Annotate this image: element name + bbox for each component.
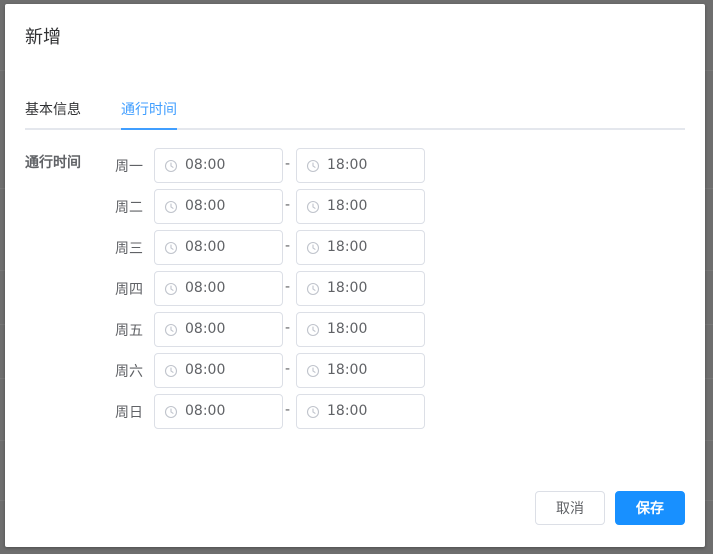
section-label: 通行时间: [25, 155, 81, 171]
end-time-picker[interactable]: 18:00: [296, 148, 425, 183]
end-time-picker[interactable]: 18:00: [296, 230, 425, 265]
start-time-picker[interactable]: 08:00: [154, 394, 283, 429]
clock-icon: [306, 240, 320, 255]
start-time-picker[interactable]: 08:00: [154, 353, 283, 388]
clock-icon: [164, 199, 178, 214]
tab-basic-info[interactable]: 基本信息: [25, 100, 81, 120]
end-time-picker[interactable]: 18:00: [296, 312, 425, 347]
end-time-value: 18:00: [327, 362, 368, 378]
clock-icon: [164, 240, 178, 255]
clock-icon: [164, 363, 178, 378]
end-time-picker[interactable]: 18:00: [296, 271, 425, 306]
start-time-picker[interactable]: 08:00: [154, 189, 283, 224]
time-range-separator: -: [285, 320, 291, 336]
clock-icon: [306, 322, 320, 337]
day-label: 周一: [115, 159, 143, 175]
day-label: 周四: [115, 282, 143, 298]
clock-icon: [306, 281, 320, 296]
start-time-picker[interactable]: 08:00: [154, 312, 283, 347]
start-time-value: 08:00: [185, 321, 226, 337]
time-range-separator: -: [285, 402, 291, 418]
clock-icon: [164, 404, 178, 419]
clock-icon: [164, 158, 178, 173]
time-range-separator: -: [285, 279, 291, 295]
start-time-picker[interactable]: 08:00: [154, 148, 283, 183]
start-time-picker[interactable]: 08:00: [154, 230, 283, 265]
end-time-value: 18:00: [327, 157, 368, 173]
end-time-value: 18:00: [327, 280, 368, 296]
end-time-value: 18:00: [327, 403, 368, 419]
start-time-picker[interactable]: 08:00: [154, 271, 283, 306]
day-label: 周六: [115, 364, 143, 380]
start-time-value: 08:00: [185, 157, 226, 173]
dialog-title: 新增: [25, 27, 61, 48]
time-range-separator: -: [285, 361, 291, 377]
end-time-value: 18:00: [327, 321, 368, 337]
active-tab-indicator: [121, 128, 177, 130]
day-label: 周二: [115, 200, 143, 216]
time-range-separator: -: [285, 197, 291, 213]
end-time-picker[interactable]: 18:00: [296, 353, 425, 388]
end-time-picker[interactable]: 18:00: [296, 394, 425, 429]
end-time-value: 18:00: [327, 198, 368, 214]
time-range-separator: -: [285, 238, 291, 254]
time-range-separator: -: [285, 156, 291, 172]
start-time-value: 08:00: [185, 198, 226, 214]
tab-access-time[interactable]: 通行时间: [121, 100, 177, 120]
cancel-button[interactable]: 取消: [535, 491, 605, 525]
start-time-value: 08:00: [185, 403, 226, 419]
clock-icon: [306, 158, 320, 173]
clock-icon: [306, 199, 320, 214]
start-time-value: 08:00: [185, 362, 226, 378]
clock-icon: [306, 363, 320, 378]
start-time-value: 08:00: [185, 280, 226, 296]
tab-bar: 基本信息 通行时间: [25, 96, 685, 130]
clock-icon: [306, 404, 320, 419]
add-dialog: 新增 基本信息 通行时间 通行时间 周一 08:00 - 18:00 周二 08:00 - 1…: [5, 4, 705, 547]
day-label: 周日: [115, 405, 143, 421]
day-label: 周五: [115, 323, 143, 339]
end-time-picker[interactable]: 18:00: [296, 189, 425, 224]
clock-icon: [164, 281, 178, 296]
day-label: 周三: [115, 241, 143, 257]
save-button[interactable]: 保存: [615, 491, 685, 525]
end-time-value: 18:00: [327, 239, 368, 255]
clock-icon: [164, 322, 178, 337]
start-time-value: 08:00: [185, 239, 226, 255]
